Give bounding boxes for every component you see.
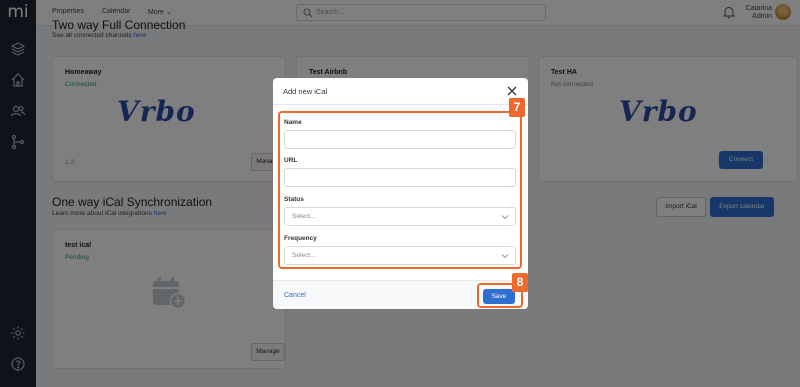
close-icon[interactable] [506,85,518,97]
modal-header: Add new iCal [273,78,528,105]
cancel-button[interactable]: Cancel [284,292,306,299]
step-7-badge: 7 [509,98,525,117]
modal-title: Add new iCal [283,87,328,96]
step-8-badge: 8 [512,273,528,292]
step-7-highlight [278,111,522,269]
